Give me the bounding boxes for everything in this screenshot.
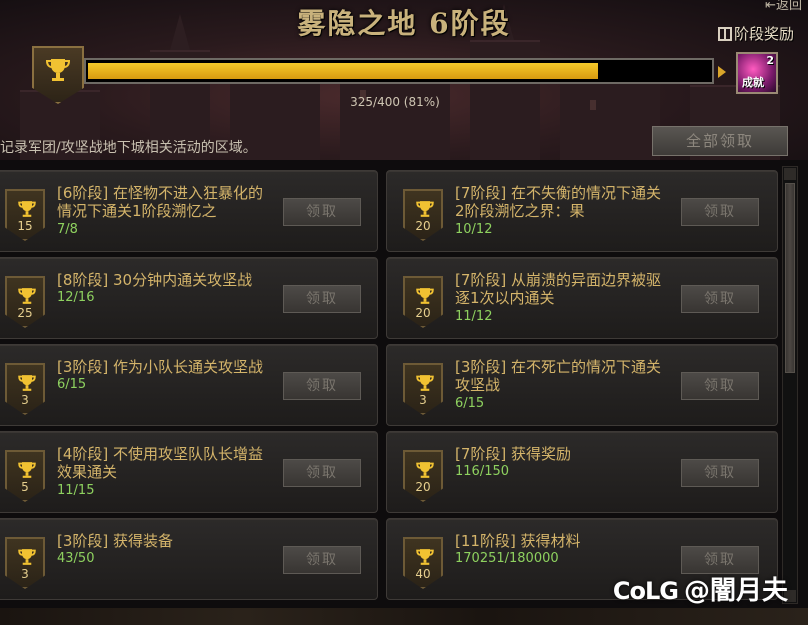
achievement-points: 3: [419, 393, 427, 407]
scroll-up-icon[interactable]: [784, 168, 796, 180]
progress-fill: [88, 63, 598, 79]
achievement-card: 15 [6阶段] 在怪物不进入狂暴化的情况下通关1阶段溯忆之 7/8 领取: [0, 170, 378, 252]
reward-count: 2: [766, 54, 774, 67]
achievement-card: 20 [7阶段] 在不失衡的情况下通关2阶段溯忆之界：果 10/12 领取: [386, 170, 778, 252]
page-title: 雾隐之地 6阶段: [297, 7, 511, 40]
achievement-progress: 43/50: [57, 551, 95, 566]
achievement-card: 3 [3阶段] 作为小队长通关攻坚战 6/15 领取: [0, 344, 378, 426]
claim-button[interactable]: 领取: [681, 198, 759, 226]
watermark-brand: CoLG: [612, 577, 679, 605]
claim-button[interactable]: 领取: [681, 372, 759, 400]
achievement-progress: 6/15: [57, 377, 87, 392]
achievement-card: 3 [3阶段] 获得装备 43/50 领取: [0, 518, 378, 600]
stage-reward-button[interactable]: 阶段奖励: [717, 23, 794, 44]
achievement-points: 5: [21, 480, 29, 494]
claim-button[interactable]: 领取: [283, 198, 361, 226]
achievement-shield: [403, 363, 443, 415]
achievement-shield: [403, 450, 443, 502]
achievement-card: 20 [7阶段] 获得奖励 116/150 领取: [386, 431, 778, 513]
achievement-shield: [5, 276, 45, 328]
achievement-points: 40: [415, 567, 431, 581]
achievement-shield: [5, 363, 45, 415]
claim-button[interactable]: 领取: [681, 285, 759, 313]
achievement-card: 25 [8阶段] 30分钟内通关攻坚战 12/16 领取: [0, 257, 378, 339]
reward-label: 成就: [742, 76, 764, 89]
achievement-points: 15: [17, 219, 33, 233]
achievement-name: [3阶段] 在不死亡的情况下通关攻坚战: [455, 358, 662, 394]
achievement-points: 3: [21, 567, 29, 581]
achievement-name: [7阶段] 在不失衡的情况下通关2阶段溯忆之界：果: [455, 184, 662, 220]
achievement-progress: 11/15: [57, 483, 95, 498]
scrollbar[interactable]: [782, 166, 798, 604]
achievement-points: 25: [17, 306, 33, 320]
achievement-list: 15 [6阶段] 在怪物不进入狂暴化的情况下通关1阶段溯忆之 7/8 领取 20 [7阶段…: [0, 168, 780, 608]
achievement-shield: [403, 189, 443, 241]
achievement-progress: 116/150: [455, 464, 510, 479]
claim-button[interactable]: 领取: [681, 459, 759, 487]
achievement-points: 20: [415, 306, 431, 320]
achievement-progress: 170251/180000: [455, 551, 559, 566]
achievement-shield: [403, 276, 443, 328]
achievement-reward-thumbnail[interactable]: 2 成就: [736, 52, 778, 94]
claim-all-button[interactable]: 全部领取: [652, 126, 788, 156]
achievement-card: 3 [3阶段] 在不死亡的情况下通关攻坚战 6/15 领取: [386, 344, 778, 426]
trophy-icon: [45, 59, 71, 81]
achievement-progress: 7/8: [57, 222, 78, 237]
gift-icon: [717, 27, 732, 41]
achievement-name: [11阶段] 获得材料: [455, 532, 581, 550]
achievement-name: [7阶段] 从崩溃的异面边界被驱逐1次以内通关: [455, 271, 662, 307]
bottom-decoration: [0, 608, 808, 625]
achievement-name: [3阶段] 获得装备: [57, 532, 174, 550]
achievement-name: [7阶段] 获得奖励: [455, 445, 572, 463]
achievement-progress: 12/16: [57, 290, 95, 305]
stage-progress-bar: [84, 58, 714, 84]
achievement-shield: [5, 450, 45, 502]
achievement-name: [3阶段] 作为小队长通关攻坚战: [57, 358, 264, 376]
achievement-shield: [403, 537, 443, 589]
achievement-points: 20: [415, 219, 431, 233]
claim-button[interactable]: 领取: [283, 546, 361, 574]
watermark-handle: @闇月夫: [683, 576, 788, 606]
achievement-shield: [5, 189, 45, 241]
area-description: 记录军团/攻坚战地下城相关活动的区域。: [0, 140, 257, 156]
achievement-progress: 11/12: [455, 309, 493, 324]
achievement-name: [4阶段] 不使用攻坚队队长增益效果通关: [57, 445, 264, 481]
achievement-points: 20: [415, 480, 431, 494]
achievement-progress: 6/15: [455, 396, 485, 411]
achievement-progress: 10/12: [455, 222, 493, 237]
progress-text: 325/400 (81%): [350, 95, 440, 109]
achievement-card: 20 [7阶段] 从崩溃的异面边界被驱逐1次以内通关 11/12 领取: [386, 257, 778, 339]
claim-button[interactable]: 领取: [283, 285, 361, 313]
claim-button[interactable]: 领取: [283, 372, 361, 400]
achievement-name: [6阶段] 在怪物不进入狂暴化的情况下通关1阶段溯忆之: [57, 184, 264, 220]
watermark: CoLG @闇月夫: [613, 570, 788, 607]
achievement-name: [8阶段] 30分钟内通关攻坚战: [57, 271, 253, 289]
achievement-card: 5 [4阶段] 不使用攻坚队队长增益效果通关 11/15 领取: [0, 431, 378, 513]
scrollbar-thumb[interactable]: [785, 183, 795, 373]
claim-button[interactable]: 领取: [283, 459, 361, 487]
achievement-points: 3: [21, 393, 29, 407]
progress-arrow-icon: [718, 66, 726, 78]
achievement-shield: [5, 537, 45, 589]
